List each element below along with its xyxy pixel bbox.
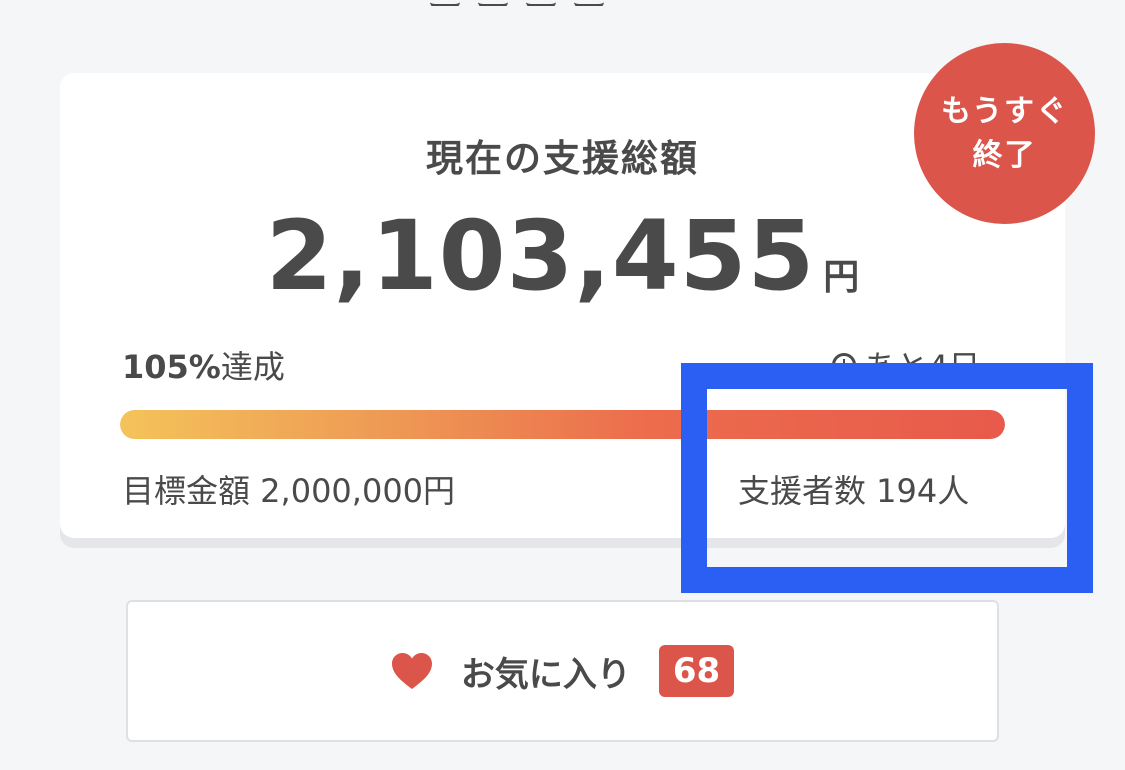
funding-progress-bar [120, 410, 1005, 439]
goal-amount: 目標金額 2,000,000円 [122, 472, 456, 510]
remaining-days-label: あと4日 [864, 348, 981, 386]
achievement-percent: 105% [122, 348, 221, 386]
funding-progress-fill [120, 410, 1005, 439]
funding-amount: 2,103,455 円 [0, 200, 1125, 312]
favorite-label: お気に入り [460, 654, 631, 695]
badge-line-2: 終了 [972, 137, 1037, 173]
favorite-button[interactable]: お気に入り 68 [126, 600, 999, 742]
project-funding-page: 現在の支援総額 2,103,455 円 105%達成 あと4日 目標金額 2,00… [0, 0, 1125, 770]
clock-icon [832, 353, 856, 377]
cropped-section-heading [430, 0, 690, 6]
supporter-count: 支援者数 194人 [738, 472, 970, 510]
badge-line-1: もうすぐ [940, 93, 1069, 129]
funding-amount-value: 2,103,455 [265, 200, 816, 312]
remaining-days: あと4日 [832, 342, 980, 388]
heart-icon [391, 653, 432, 689]
achievement-rate: 105%達成 [122, 342, 285, 388]
achievement-suffix: 達成 [220, 348, 285, 386]
funding-amount-unit: 円 [823, 257, 860, 298]
ending-soon-badge: もうすぐ 終了 [914, 43, 1095, 224]
favorite-count-badge: 68 [658, 645, 735, 697]
